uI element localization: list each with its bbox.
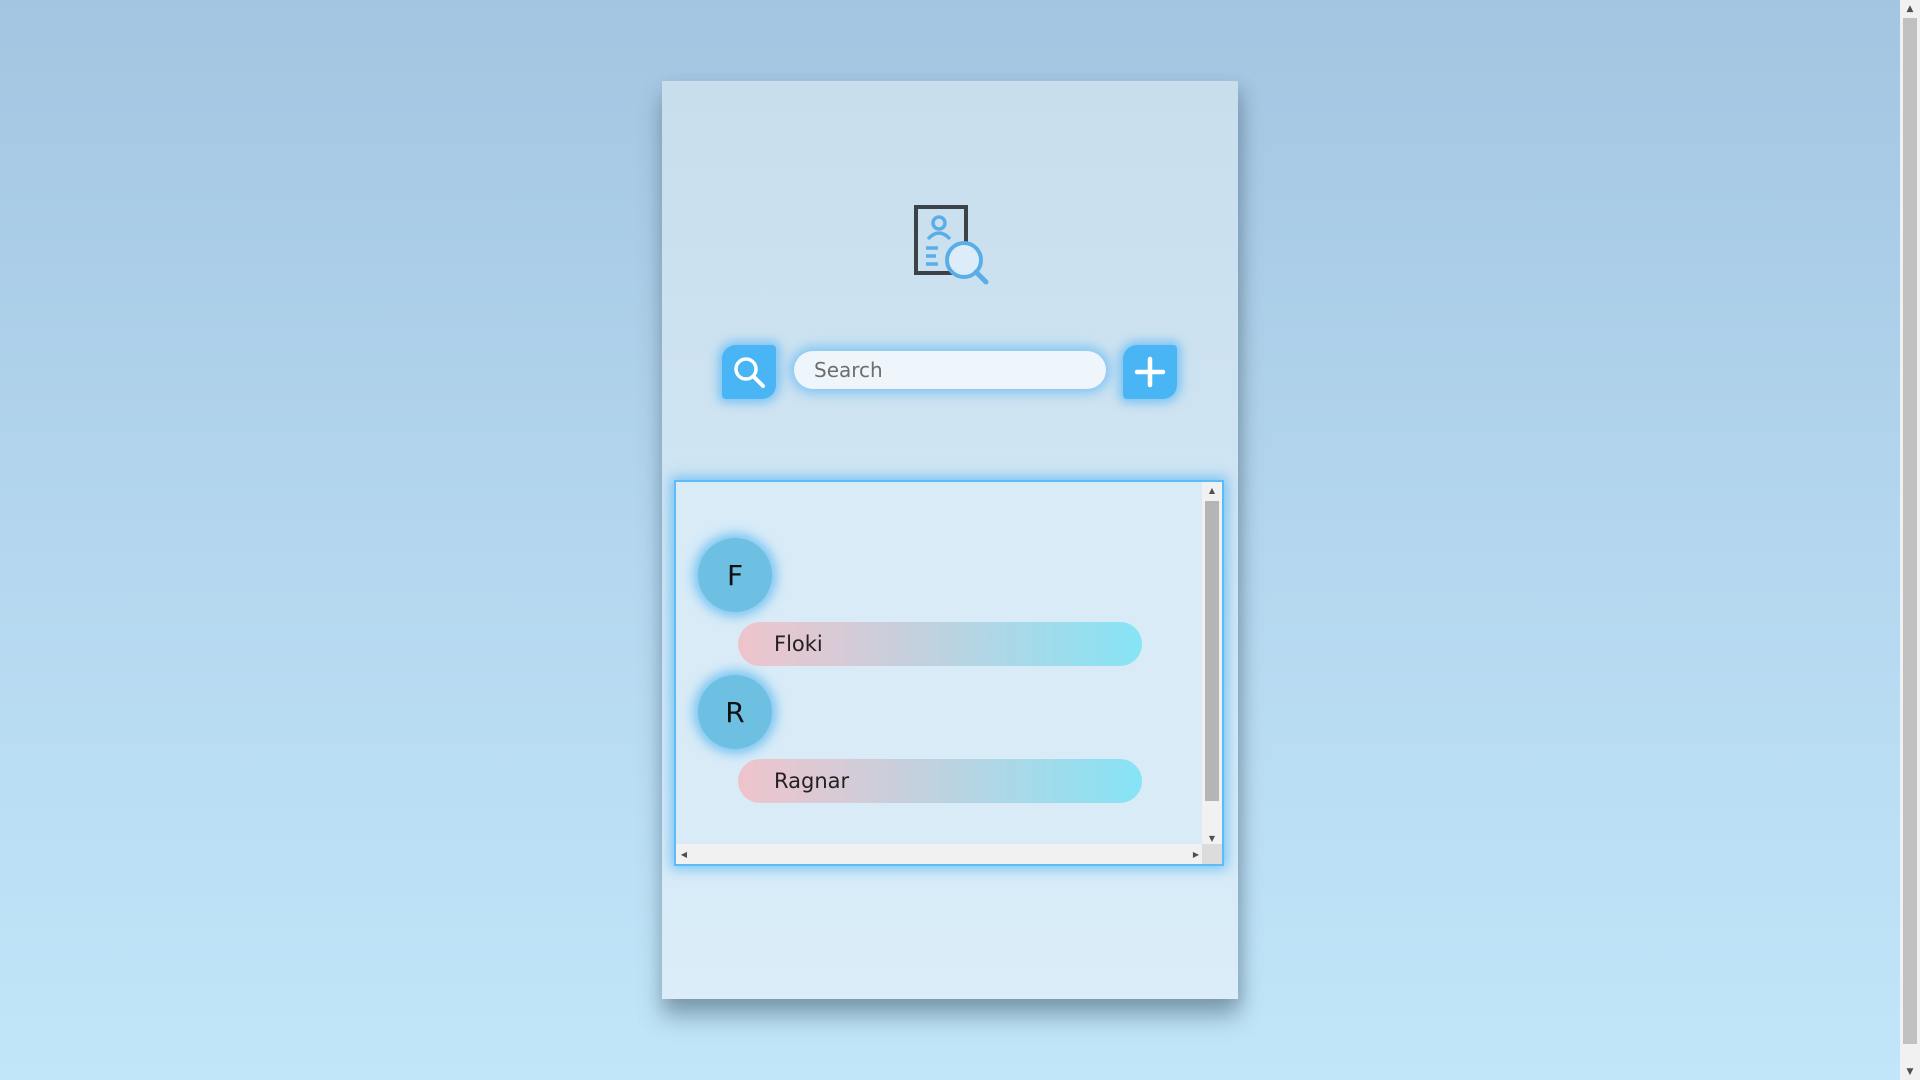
add-contact-button[interactable] xyxy=(1123,345,1177,399)
list-horizontal-scrollbar[interactable]: ◀ ▶ xyxy=(676,844,1204,864)
group-letter-badge: R xyxy=(698,675,772,749)
page-scroll-down-arrow[interactable]: ▼ xyxy=(1900,1063,1920,1080)
list-scroll-up-arrow[interactable]: ▲ xyxy=(1202,482,1222,498)
contact-item[interactable]: Ragnar xyxy=(738,759,1142,803)
magnifier-icon xyxy=(734,357,765,388)
page-scrollbar[interactable]: ▲ ▼ xyxy=(1900,0,1920,1080)
contact-list: F Floki R Ragnar xyxy=(676,482,1204,846)
list-vertical-scrollbar[interactable]: ▲ ▼ xyxy=(1202,482,1222,846)
plus-icon xyxy=(1134,356,1166,388)
search-input[interactable] xyxy=(794,351,1106,389)
page-scroll-up-arrow[interactable]: ▲ xyxy=(1900,0,1920,17)
group-letter-badge: F xyxy=(698,538,772,612)
contact-list-panel[interactable]: F Floki R Ragnar ▲ ▼ ◀ ▶ xyxy=(674,480,1224,866)
contacts-card: F Floki R Ragnar ▲ ▼ ◀ ▶ xyxy=(662,81,1238,999)
search-button[interactable] xyxy=(722,345,776,399)
page-scroll-thumb[interactable] xyxy=(1903,18,1917,1044)
list-scroll-left-arrow[interactable]: ◀ xyxy=(676,844,692,864)
contact-search-logo-icon xyxy=(912,203,990,285)
scrollbar-corner xyxy=(1202,844,1222,864)
contact-item[interactable]: Floki xyxy=(738,622,1142,666)
list-vertical-scroll-thumb[interactable] xyxy=(1205,501,1219,801)
